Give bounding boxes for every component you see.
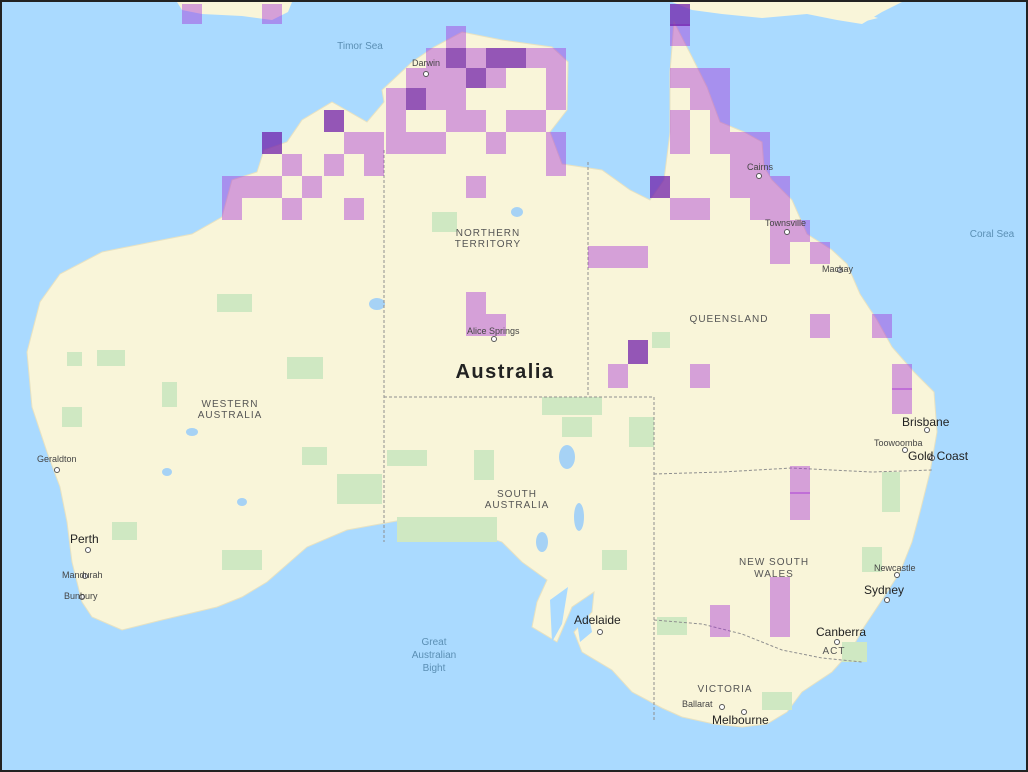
city-label-bunbury: Bunbury — [64, 591, 98, 601]
city-label-darwin: Darwin — [412, 58, 440, 68]
country-label: Australia — [455, 361, 554, 383]
wa-label-2: AUSTRALIA — [198, 410, 263, 421]
gab-label-2: Australian — [412, 650, 456, 661]
act-label: ACT — [823, 646, 846, 657]
city-label-townsville: Townsville — [765, 218, 806, 228]
coral-sea-label: Coral Sea — [970, 229, 1015, 240]
nsw-label-1: NEW SOUTH — [739, 557, 809, 568]
city-label-newcastle: Newcastle — [874, 563, 916, 573]
city-label-mandurah: Mandurah — [62, 570, 103, 580]
nsw-label-2: WALES — [754, 569, 794, 580]
nt-label-1: NORTHERN — [456, 228, 520, 239]
map-frame: Timor Sea Coral Sea Great Australian Big… — [0, 0, 1028, 772]
city-label-geraldton: Geraldton — [37, 454, 77, 464]
sa-label-1: SOUTH — [497, 489, 537, 500]
nt-label-2: TERRITORY — [455, 239, 521, 250]
city-label-perth: Perth — [70, 532, 99, 546]
city-label-sydney: Sydney — [864, 583, 904, 597]
city-label-canberra: Canberra — [816, 625, 866, 639]
gab-label-3: Bight — [423, 663, 446, 674]
city-label-adelaide: Adelaide — [574, 613, 621, 627]
city-label-gold-coast: Gold Coast — [908, 449, 969, 463]
gab-label-1: Great — [421, 637, 446, 648]
sa-label-2: AUSTRALIA — [485, 500, 550, 511]
city-label-melbourne: Melbourne — [712, 713, 769, 727]
vic-label: VICTORIA — [697, 684, 752, 695]
wa-label-1: WESTERN — [202, 399, 259, 410]
map-canvas[interactable]: Timor Sea Coral Sea Great Australian Big… — [2, 2, 1026, 770]
city-label-brisbane: Brisbane — [902, 415, 950, 429]
qld-label: QUEENSLAND — [690, 314, 769, 325]
timor-sea-label: Timor Sea — [337, 41, 383, 52]
city-label-cairns: Cairns — [747, 162, 774, 172]
city-label-alice-springs: Alice Springs — [467, 326, 520, 336]
city-label-ballarat: Ballarat — [682, 699, 713, 709]
city-label-mackay: Mackay — [822, 264, 854, 274]
city-label-toowoomba: Toowoomba — [874, 438, 923, 448]
